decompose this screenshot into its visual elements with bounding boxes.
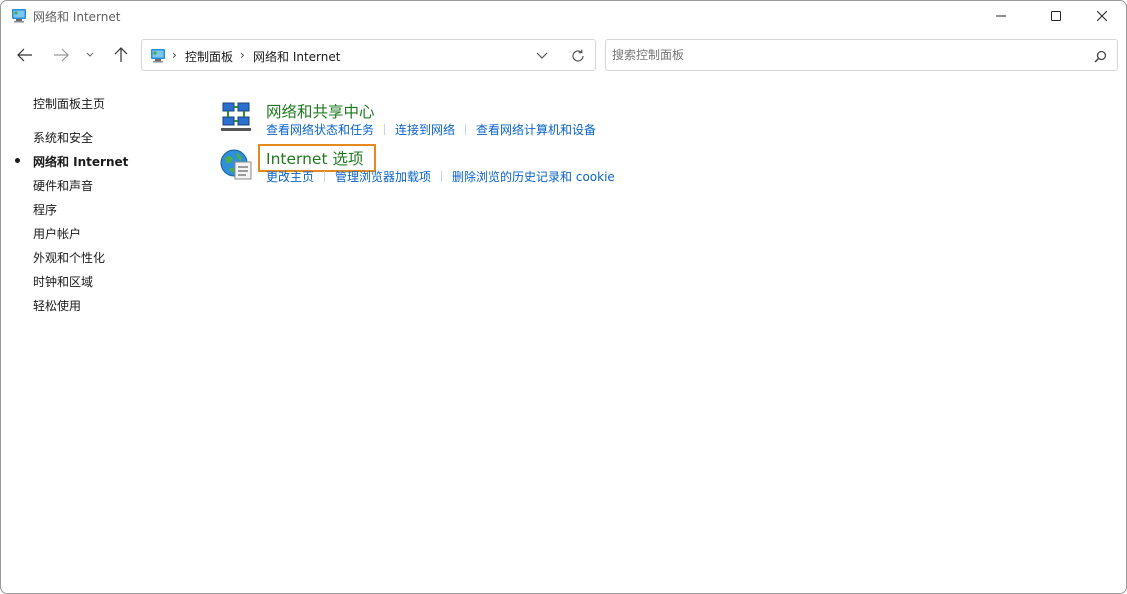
navigation-bar: › 控制面板 › 网络和 Internet [1, 35, 1126, 75]
link-separator [441, 171, 443, 182]
internet-options-icon [220, 149, 252, 180]
category-links: 查看网络状态和任务 连接到网络 查看网络计算机和设备 [266, 121, 596, 138]
forward-button[interactable] [49, 43, 73, 67]
minimize-button[interactable] [978, 1, 1024, 31]
arrow-up-icon [114, 47, 128, 62]
magnifier-icon [1093, 50, 1106, 63]
sidebar-item-hardware-sound[interactable]: 硬件和声音 [33, 177, 93, 194]
link-manage-add-ons[interactable]: 管理浏览器加载项 [335, 168, 431, 185]
maximize-icon [1051, 11, 1061, 21]
link-separator [384, 124, 386, 135]
sidebar-item-appearance[interactable]: 外观和个性化 [33, 249, 105, 266]
link-delete-browsing-history[interactable]: 删除浏览的历史记录和 cookie [452, 168, 615, 185]
address-bar[interactable]: › 控制面板 › 网络和 Internet [141, 39, 596, 71]
breadcrumb-separator-icon[interactable]: › [172, 48, 177, 62]
title-bar: 网络和 Internet [1, 1, 1126, 31]
search-box[interactable] [605, 39, 1118, 71]
sidebar-item-programs[interactable]: 程序 [33, 201, 57, 218]
link-change-home-page[interactable]: 更改主页 [266, 168, 314, 185]
sidebar-item-system-security[interactable]: 系统和安全 [33, 129, 93, 146]
category-links: 更改主页 管理浏览器加载项 删除浏览的历史记录和 cookie [266, 168, 615, 185]
breadcrumb-network-internet[interactable]: 网络和 Internet [253, 48, 340, 65]
chevron-down-icon [86, 52, 94, 57]
search-input[interactable] [612, 44, 1082, 66]
link-separator [324, 171, 326, 182]
sidebar-item-ease-of-access[interactable]: 轻松使用 [33, 297, 81, 314]
network-sharing-icon [221, 102, 251, 131]
close-button[interactable] [1079, 1, 1125, 31]
window-title: 网络和 Internet [33, 10, 121, 24]
control-panel-icon [12, 9, 26, 23]
refresh-button[interactable] [570, 48, 586, 64]
sidebar-item-user-accounts[interactable]: 用户帐户 [33, 225, 81, 242]
active-bullet-icon [15, 158, 20, 163]
sidebar-home-link[interactable]: 控制面板主页 [33, 95, 105, 112]
breadcrumb-control-panel[interactable]: 控制面板 [185, 48, 233, 65]
minimize-icon [996, 15, 1006, 17]
close-icon [1097, 11, 1107, 21]
category-title-network-sharing[interactable]: 网络和共享中心 [266, 100, 375, 122]
arrow-left-icon [17, 48, 32, 62]
back-button[interactable] [13, 43, 37, 67]
search-icon[interactable] [1092, 48, 1108, 64]
link-separator [465, 124, 467, 135]
address-history-button[interactable] [534, 48, 550, 64]
recent-locations-button[interactable] [81, 43, 99, 67]
category-title-internet-options[interactable]: Internet 选项 [257, 144, 377, 172]
refresh-icon [572, 49, 584, 62]
breadcrumb-separator-icon[interactable]: › [240, 48, 245, 62]
control-panel-icon [151, 49, 165, 63]
sidebar-item-network-internet[interactable]: 网络和 Internet [33, 153, 128, 170]
up-button[interactable] [109, 43, 133, 67]
arrow-right-icon [54, 48, 69, 62]
link-view-network-computers[interactable]: 查看网络计算机和设备 [476, 121, 596, 138]
sidebar-item-clock-region[interactable]: 时钟和区域 [33, 273, 93, 290]
link-view-network-status[interactable]: 查看网络状态和任务 [266, 121, 374, 138]
maximize-button[interactable] [1033, 1, 1079, 31]
chevron-down-icon [536, 52, 548, 59]
link-connect-to-network[interactable]: 连接到网络 [395, 121, 455, 138]
control-panel-window: 网络和 Internet › 控制面板 › 网络和 Internet 搜索控制面… [0, 0, 1127, 594]
